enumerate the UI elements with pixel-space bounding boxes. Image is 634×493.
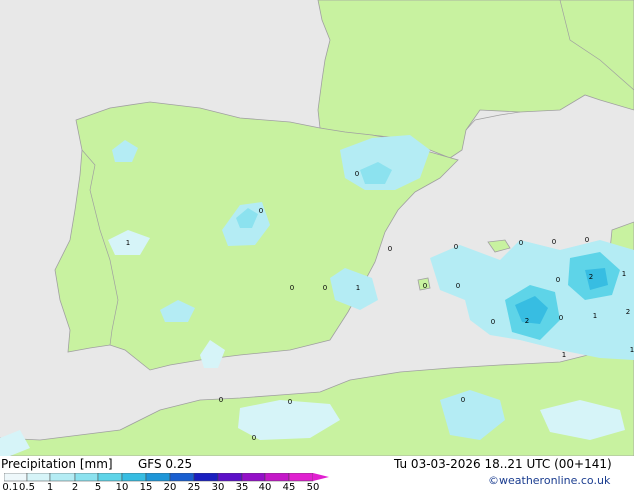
legend-arrow: [313, 473, 329, 481]
cell-label: 0: [491, 318, 495, 326]
cell-label: 1: [126, 239, 130, 247]
valid-time: Tu 03-03-2026 18..21 UTC (00+141): [394, 457, 612, 471]
legend-swatch: [121, 473, 147, 482]
legend-swatch: [241, 473, 266, 482]
legend-swatch: [193, 473, 219, 482]
cell-label: 0: [552, 238, 556, 246]
legend-swatch: [4, 473, 28, 482]
legend-tick-label: 20: [163, 482, 177, 493]
cell-label: 0: [454, 243, 458, 251]
cell-label: 2: [525, 317, 529, 325]
cell-label: 1: [630, 346, 634, 354]
credit-text[interactable]: ©weatheronline.co.uk: [488, 474, 610, 487]
legend-swatch: [169, 473, 195, 482]
cell-label: 0: [252, 434, 256, 442]
precipitation-map[interactable]: 0 1 0 0 0 1 0 0 0 0 0 0 0 2 1 0 1 2 0 1 …: [0, 0, 634, 456]
legend-tick-label: 30: [211, 482, 225, 493]
legend-tick-label: 5: [94, 482, 102, 493]
cell-label: 1: [593, 312, 597, 320]
legend-tick-label: 1: [46, 482, 54, 493]
cell-label: 0: [585, 236, 589, 244]
cell-label: 1: [622, 270, 626, 278]
legend-tick-label: 0.5: [19, 482, 35, 493]
legend-tick-label: 50: [306, 482, 320, 493]
legend-tick-label: 0.1: [2, 482, 19, 493]
cell-label: 0: [355, 170, 359, 178]
legend-swatch: [97, 473, 123, 482]
legend-tick-label: 10: [115, 482, 129, 493]
cell-label: 2: [589, 273, 593, 281]
cell-label: 0: [423, 282, 427, 290]
legend-tick-label: 40: [258, 482, 272, 493]
legend-swatch: [264, 473, 290, 482]
legend-tick-label: 25: [187, 482, 201, 493]
cell-label: 0: [219, 396, 223, 404]
cell-label: 0: [259, 207, 263, 215]
cell-label: 0: [288, 398, 292, 406]
legend-swatch: [145, 473, 171, 482]
cell-label: 0: [519, 239, 523, 247]
legend-swatch: [217, 473, 243, 482]
cell-label: 1: [356, 284, 360, 292]
weather-map-frame: 0 1 0 0 0 1 0 0 0 0 0 0 0 2 1 0 1 2 0 1 …: [0, 0, 634, 493]
cell-label: 2: [626, 308, 630, 316]
cell-label: 1: [562, 351, 566, 359]
legend-tick-label: 45: [282, 482, 296, 493]
model-label: GFS 0.25: [138, 457, 193, 471]
cell-label: 0: [290, 284, 294, 292]
cell-label: 0: [559, 314, 563, 322]
legend-tick-label: 2: [71, 482, 79, 493]
cell-label: 0: [323, 284, 327, 292]
precip-title: Precipitation [mm]: [1, 457, 113, 471]
legend-tick-label: 35: [235, 482, 249, 493]
legend-swatch: [288, 473, 314, 482]
legend-tick-label: 15: [139, 482, 153, 493]
cell-label: 0: [456, 282, 460, 290]
legend-swatch: [26, 473, 51, 482]
legend-swatch: [49, 473, 76, 482]
map-footer: Precipitation [mm] GFS 0.25 Tu 03-03-202…: [0, 456, 634, 493]
cell-label: 0: [556, 276, 560, 284]
cell-label: 0: [388, 245, 392, 253]
legend-swatch: [74, 473, 99, 482]
cell-label: 0: [461, 396, 465, 404]
